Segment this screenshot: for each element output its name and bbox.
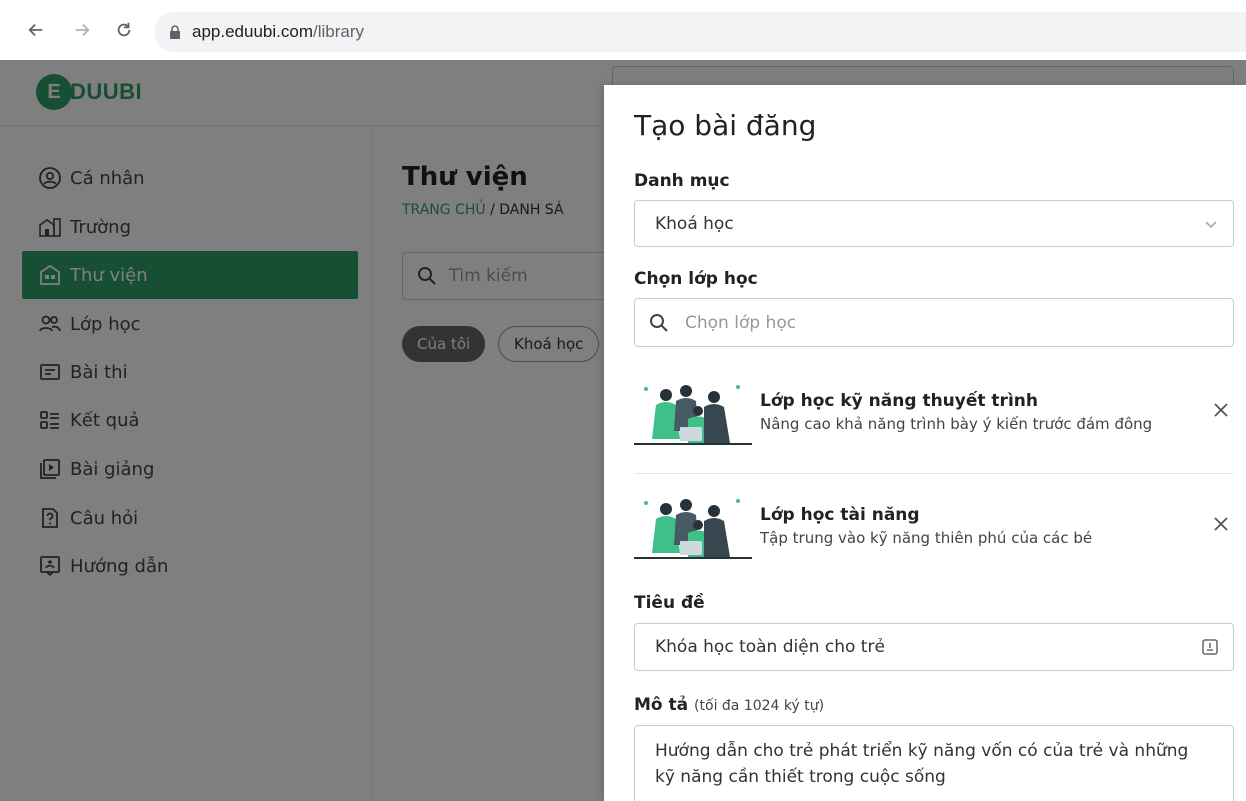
title-input[interactable]: Khóa học toàn diện cho trẻ	[634, 623, 1234, 671]
chevron-down-icon	[1205, 220, 1217, 228]
close-icon[interactable]	[1212, 401, 1230, 419]
search-icon	[650, 313, 668, 332]
category-label: Danh mục	[634, 171, 730, 191]
class-search-input[interactable]: Chọn lớp học	[634, 298, 1234, 347]
title-label: Tiêu đề	[634, 593, 705, 613]
class-title: Lớp học kỹ năng thuyết trình	[760, 391, 1038, 411]
url-text: app.eduubi.com/library	[192, 22, 364, 41]
description-label-text: Mô tả	[634, 695, 689, 715]
address-bar[interactable]: app.eduubi.com/library	[154, 12, 1246, 52]
class-search-placeholder: Chọn lớp học	[685, 312, 797, 333]
class-divider	[634, 473, 1234, 474]
drawer-title: Tạo bài đăng	[634, 109, 817, 142]
class-title: Lớp học tài năng	[760, 505, 920, 525]
reload-icon	[117, 22, 131, 37]
lock-icon	[170, 25, 180, 39]
create-post-drawer: Tạo bài đăng Danh mục Khoá học Chọn lớp …	[604, 85, 1246, 801]
class-thumbnail-illustration	[634, 385, 752, 445]
selected-class-item: Lớp học tài năng Tập trung vào kỹ năng t…	[634, 483, 1234, 567]
class-description: Nâng cao khả năng trình bày ý kiến trước…	[760, 415, 1153, 433]
text-field-icon	[1202, 639, 1218, 655]
selected-class-item: Lớp học kỹ năng thuyết trình Nâng cao kh…	[634, 369, 1234, 453]
description-label: Mô tả (tối đa 1024 ký tự)	[634, 695, 824, 715]
forward-button[interactable]	[64, 12, 100, 48]
title-value: Khóa học toàn diện cho trẻ	[655, 637, 885, 657]
class-label: Chọn lớp học	[634, 269, 758, 289]
reload-button[interactable]	[106, 12, 142, 48]
description-textarea[interactable]: Hướng dẫn cho trẻ phát triển kỹ năng vốn…	[634, 725, 1234, 801]
arrow-left-icon	[28, 23, 43, 37]
arrow-right-icon	[75, 23, 90, 37]
category-select[interactable]: Khoá học	[634, 200, 1234, 247]
class-description: Tập trung vào kỹ năng thiên phú của các …	[760, 529, 1093, 547]
category-value: Khoá học	[655, 213, 734, 234]
back-button[interactable]	[18, 12, 54, 48]
class-thumbnail-illustration	[634, 499, 752, 559]
description-hint: (tối đa 1024 ký tự)	[694, 698, 825, 714]
close-icon[interactable]	[1212, 515, 1230, 533]
browser-toolbar: app.eduubi.com/library	[0, 0, 1246, 60]
